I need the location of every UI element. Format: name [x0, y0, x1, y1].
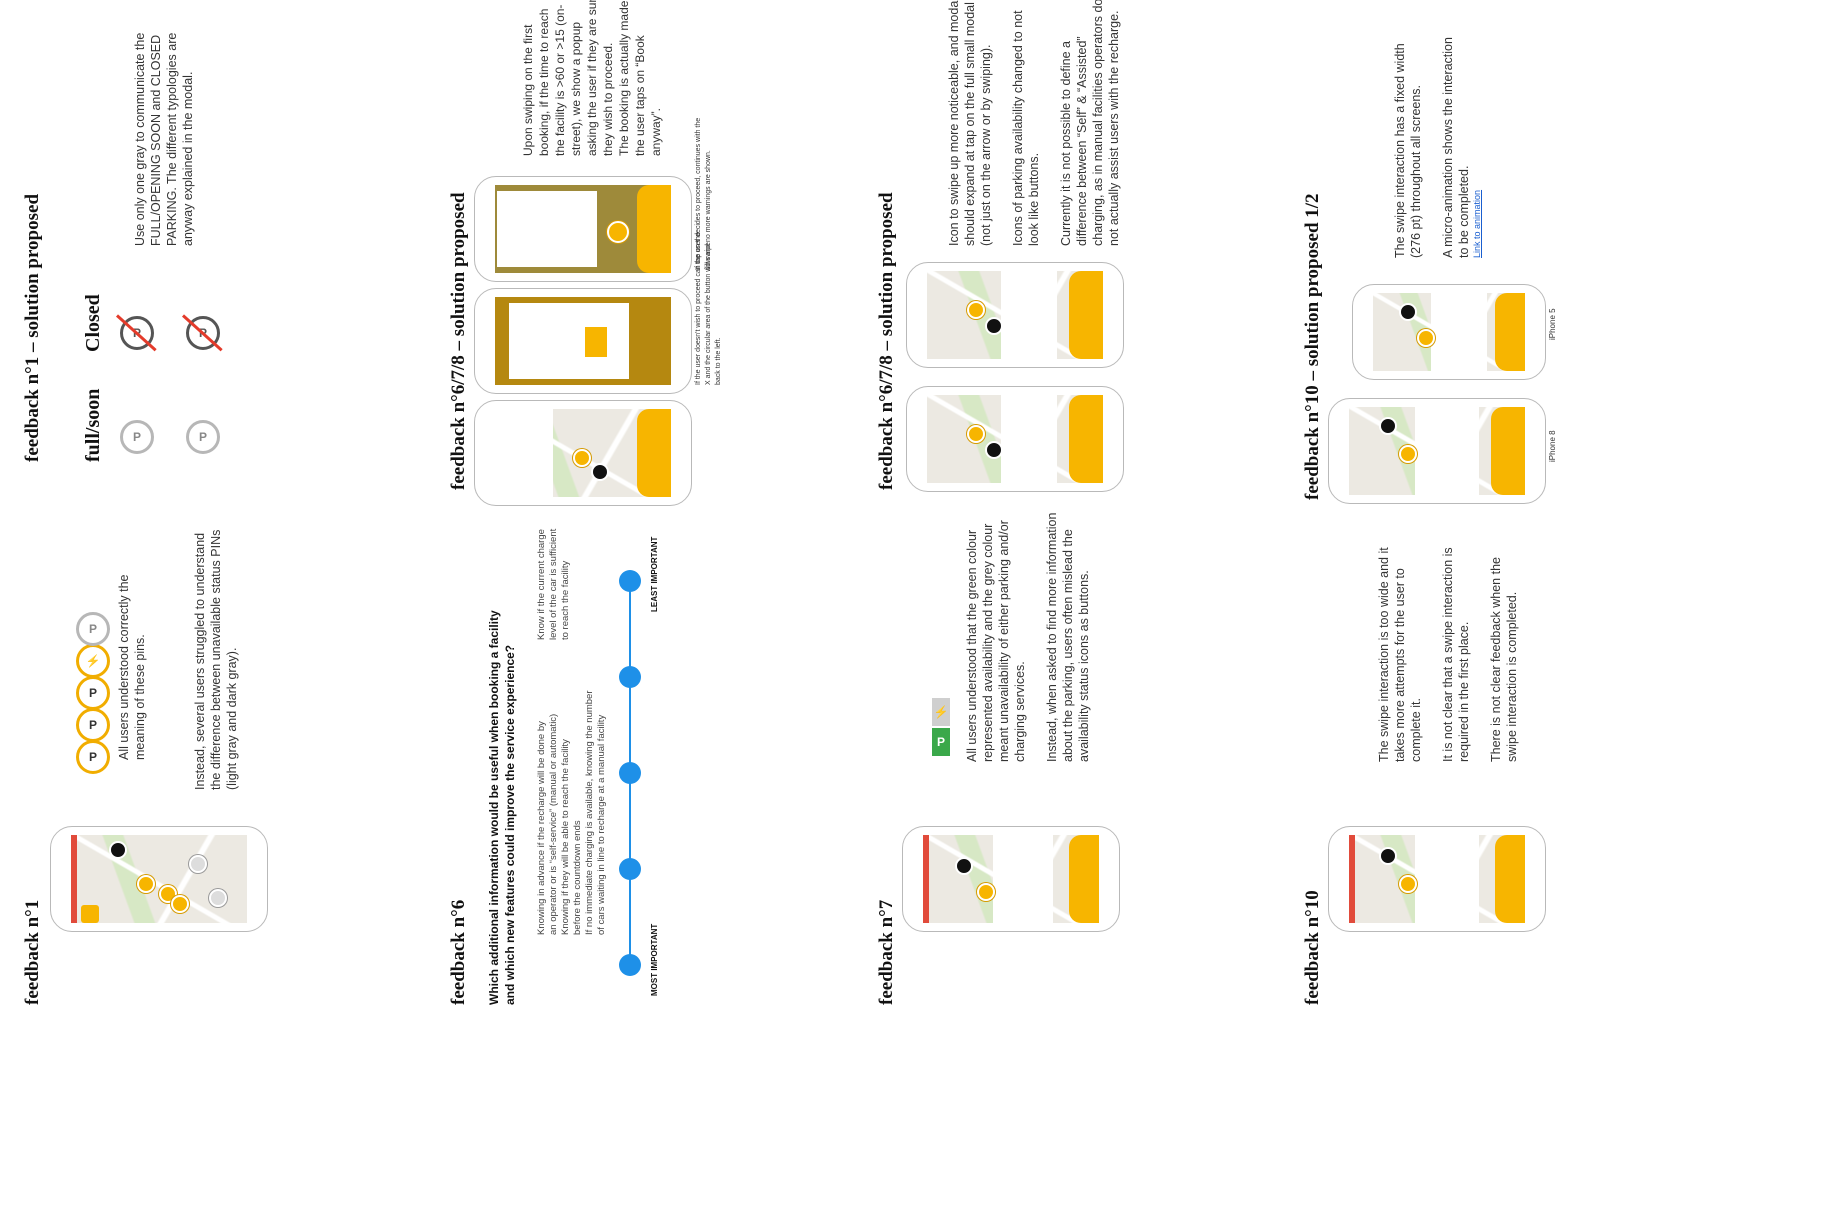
label-least-important: LEAST IMPORTANT — [650, 536, 659, 612]
phone-mockup-fb10 — [1328, 826, 1546, 932]
parking-charging-pin-icon: P — [76, 708, 110, 742]
full-soon-charging-pin-icon: P — [186, 420, 220, 454]
unavailable-pin-icon: P — [76, 612, 110, 646]
fb678-b-text: Icon to swipe up more noticeable, and mo… — [947, 0, 1121, 246]
label-most-important: MOST IMPORTANT — [650, 923, 659, 996]
fb10-text: The swipe interaction is too wide and it… — [1377, 547, 1519, 762]
link-to-animation[interactable]: Link to animation — [1472, 190, 1482, 258]
section-title-fb1-solution: feedback n°1 – solution proposed — [22, 193, 43, 462]
parking-plug-pin-icon: P — [76, 676, 110, 710]
section-title-fb7: feedback n°7 — [876, 899, 897, 1005]
phone-mockup-swipe-b — [906, 262, 1124, 368]
phone-mockup-confirm — [474, 176, 692, 282]
section-title-fb678-b: feedback n°6/7/8 – solution proposed — [876, 192, 897, 490]
section-title-fb10: feedback n°10 — [1302, 890, 1323, 1005]
timeline-dot — [619, 858, 641, 880]
phone-mockup-iphone5 — [1352, 284, 1546, 380]
fb1-solution-text: Use only one gray to communicate the FUL… — [133, 32, 195, 246]
fb10-solution-text: The swipe interaction has a fixed width … — [1393, 37, 1471, 258]
section-title-fb1: feedback n°1 — [22, 899, 43, 1005]
timeline-dot — [619, 762, 641, 784]
label-closed: Closed — [82, 294, 104, 352]
phone-mockup-fb7 — [902, 826, 1120, 932]
timeline-dot — [619, 570, 641, 592]
fb6-question: Which additional information would be us… — [487, 610, 517, 1005]
label-full-soon: full/soon — [82, 388, 104, 462]
device-label-iphone8: iPhone 8 — [1548, 430, 1557, 462]
timeline-dot — [619, 666, 641, 688]
section-title-fb10-solution: feedback n°10 – solution proposed 1/2 — [1302, 193, 1323, 500]
phone-mockup-booking — [474, 400, 692, 506]
timeline-dot — [619, 954, 641, 976]
fb7-text-b: Instead, when asked to find more informa… — [1045, 512, 1091, 762]
device-label-iphone5: iPhone 5 — [1548, 308, 1557, 340]
fb1-text-a: All users understood correctly the meani… — [117, 574, 147, 760]
phone-mockup-fb1 — [50, 826, 268, 932]
charging-pin-icon: ⚡ — [76, 644, 110, 678]
fb1-text-b: Instead, several users struggled to unde… — [193, 529, 239, 790]
fb6-bullets: Knowing in advance if the recharge will … — [536, 690, 607, 936]
phone-mockup-iphone8 — [1328, 398, 1546, 504]
fb678-a-text: Upon swiping on the first booking, if th… — [521, 0, 663, 156]
available-parking-icon: P — [932, 728, 950, 756]
parking-pin-icon: P — [76, 740, 110, 774]
section-title-fb6: feedback n°6 — [448, 899, 469, 1005]
section-title-fb678-a: feedback n°6/7/8 – solution proposed — [448, 192, 469, 490]
phone-mockup-popup — [474, 288, 692, 394]
full-soon-pin-icon: P — [120, 420, 154, 454]
fb7-text-a: All users understood that the green colo… — [965, 520, 1027, 762]
fb6-bullets-least: Know if the current charge level of the … — [536, 528, 571, 640]
caption-proceed: If the user decides to proceed, continue… — [695, 117, 712, 270]
unavailable-charging-icon: ⚡ — [932, 698, 950, 726]
phone-mockup-swipe-a — [906, 386, 1124, 492]
